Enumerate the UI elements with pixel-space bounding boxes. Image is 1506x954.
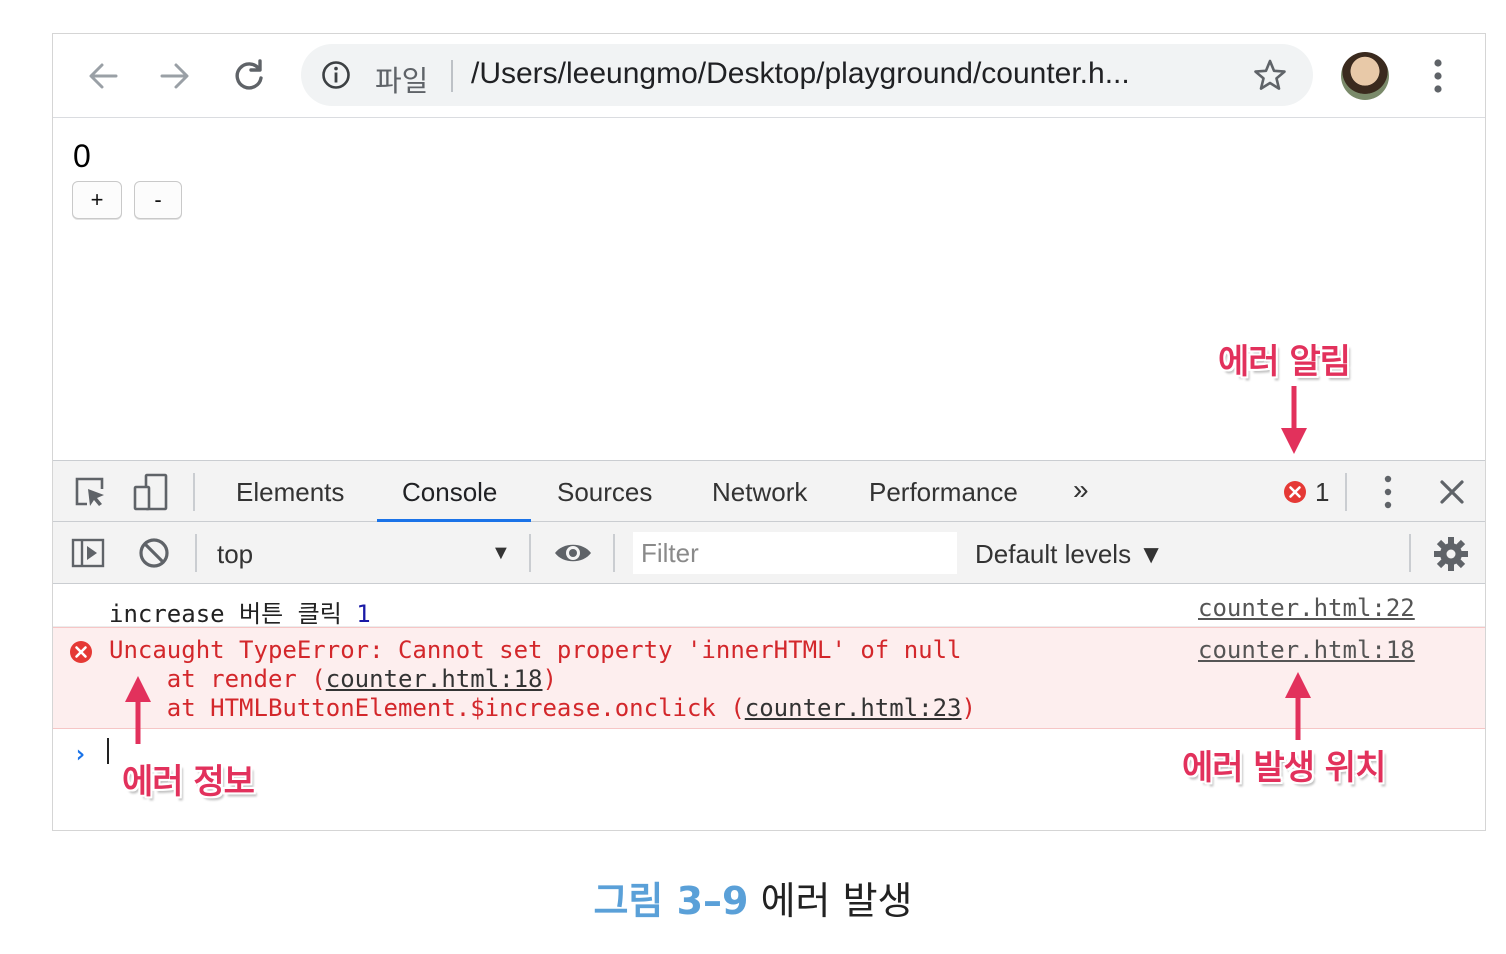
stack-text: ) <box>961 694 976 722</box>
arrow-right-icon <box>160 63 189 89</box>
console-output: increase 버튼 클릭 1 counter.html:22 Uncaugh… <box>53 584 1485 830</box>
address-separator <box>451 60 453 92</box>
stack-text: at HTMLButtonElement.$increase.onclick ( <box>109 694 745 722</box>
increase-button[interactable]: + <box>72 181 122 219</box>
log-text: increase 버튼 클릭 <box>109 600 342 628</box>
counter-value: 0 <box>73 138 91 174</box>
stack-source-link[interactable]: counter.html:23 <box>745 694 962 722</box>
tab-performance[interactable]: Performance <box>869 477 1018 508</box>
tab-console[interactable]: Console <box>402 477 497 508</box>
caption-number: 그림 3–9 <box>593 879 749 923</box>
address-bar[interactable]: 파일 /Users/leeungmo/Desktop/playground/co… <box>301 44 1313 106</box>
clear-console-icon[interactable] <box>137 536 171 570</box>
console-input-caret[interactable] <box>107 738 109 764</box>
back-button[interactable] <box>81 54 125 98</box>
reload-icon <box>235 59 263 90</box>
device-toolbar-icon[interactable] <box>133 473 169 511</box>
log-source-link[interactable]: counter.html:22 <box>1198 594 1415 622</box>
console-error-row: Uncaught TypeError: Cannot set property … <box>53 627 1485 729</box>
error-source-link[interactable]: counter.html:18 <box>1198 636 1415 664</box>
sidebar-toggle-icon[interactable] <box>71 538 105 568</box>
error-stack-line: at HTMLButtonElement.$increase.onclick (… <box>109 694 976 722</box>
devtools-tab-bar: Elements Console Sources Network Perform… <box>53 460 1485 522</box>
console-toolbar: top ▼ Default levels ▼ <box>53 522 1485 584</box>
error-count-icon[interactable] <box>1283 480 1307 504</box>
browser-toolbar: 파일 /Users/leeungmo/Desktop/playground/co… <box>53 34 1485 118</box>
forward-button[interactable] <box>153 54 197 98</box>
gear-icon[interactable] <box>1433 536 1469 572</box>
decrease-button[interactable]: - <box>134 181 182 219</box>
annotation-arrow-up-icon <box>125 676 151 744</box>
browser-window: 파일 /Users/leeungmo/Desktop/playground/co… <box>52 33 1486 831</box>
eye-icon[interactable] <box>553 540 593 566</box>
log-levels-dropdown[interactable]: Default levels ▼ <box>975 539 1164 570</box>
filter-box <box>633 532 957 574</box>
scheme-label: 파일 <box>375 64 429 98</box>
toolbar-separator <box>613 534 615 572</box>
caption-title: 에러 발생 <box>760 879 913 923</box>
console-prompt-icon: › <box>73 740 88 768</box>
url-text[interactable]: /Users/leeungmo/Desktop/playground/count… <box>471 57 1130 91</box>
log-count-value: 1 <box>356 600 371 628</box>
star-icon[interactable] <box>1253 58 1287 92</box>
tab-separator <box>1345 473 1347 511</box>
filter-input[interactable] <box>641 538 941 569</box>
annotation-error-location: 에러 발생 위치 <box>1182 748 1386 788</box>
chevron-down-icon[interactable]: ▼ <box>491 542 511 565</box>
error-count[interactable]: 1 <box>1315 477 1329 508</box>
inspect-element-icon[interactable] <box>73 475 107 509</box>
tab-elements[interactable]: Elements <box>236 477 344 508</box>
more-tabs-button[interactable]: » <box>1073 474 1089 506</box>
avatar[interactable] <box>1341 52 1389 100</box>
annotation-error-alert: 에러 알림 <box>1218 342 1351 382</box>
kebab-menu-icon[interactable] <box>1423 56 1453 96</box>
annotation-arrow-down-icon <box>1281 386 1307 454</box>
tab-sources[interactable]: Sources <box>557 477 652 508</box>
error-stack-line: at render (counter.html:18) <box>109 665 557 693</box>
stack-source-link[interactable]: counter.html:18 <box>326 665 543 693</box>
toolbar-separator <box>1409 534 1411 572</box>
toolbar-separator <box>529 534 531 572</box>
figure-caption: 그림 3–9 에러 발생 <box>0 870 1506 925</box>
error-icon <box>70 641 92 663</box>
context-select[interactable]: top <box>217 539 253 570</box>
devtools-menu-icon[interactable] <box>1373 473 1403 511</box>
tab-separator <box>193 473 195 511</box>
tab-network[interactable]: Network <box>712 477 807 508</box>
reload-button[interactable] <box>227 54 271 98</box>
annotation-arrow-up-icon <box>1285 672 1311 740</box>
annotation-error-info: 에러 정보 <box>122 762 255 802</box>
console-log-row: increase 버튼 클릭 1 counter.html:22 <box>53 584 1485 629</box>
arrow-left-icon <box>89 63 118 89</box>
stack-text: ) <box>542 665 557 693</box>
info-icon[interactable] <box>321 60 351 90</box>
toolbar-separator <box>195 534 197 572</box>
close-icon[interactable] <box>1437 477 1467 507</box>
log-message: increase 버튼 클릭 1 <box>109 594 371 629</box>
error-message: Uncaught TypeError: Cannot set property … <box>109 636 962 664</box>
